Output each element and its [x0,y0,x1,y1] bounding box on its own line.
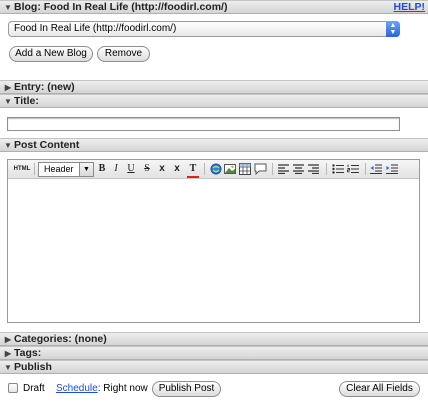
draft-label: Draft [23,383,45,394]
publish-section-header[interactable]: ▼ Publish [0,360,428,374]
blog-select-value: Food In Real Life (http://foodirl.com/) [14,23,177,34]
tags-header-label: Tags: [14,347,42,359]
blog-section-header[interactable]: ▼ Blog: Food In Real Life (http://foodirl… [0,0,428,14]
remove-blog-button[interactable]: Remove [97,46,150,62]
outdent-icon[interactable] [370,164,382,174]
table-icon[interactable] [239,163,251,175]
title-section-header[interactable]: ▼ Title: [0,94,428,108]
bold-button[interactable]: B [96,162,108,176]
toolbar-separator [326,163,327,175]
content-section-header[interactable]: ▼ Post Content [0,138,428,152]
strikethrough-button[interactable]: S [141,162,153,176]
numbered-list-icon[interactable] [347,164,359,174]
publish-post-button[interactable]: Publish Post [152,381,221,397]
blog-select[interactable]: Food In Real Life (http://foodirl.com/) … [8,21,400,37]
schedule-link[interactable]: Schedule [56,383,98,394]
superscript-button[interactable]: x [171,162,183,176]
image-icon[interactable] [224,163,236,175]
html-mode-button[interactable]: HTML [11,162,33,176]
collapsed-triangle-icon: ▶ [4,335,12,344]
editor-toolbar: HTML Header ▼ B I U S x x T [8,160,419,179]
collapsed-triangle-icon: ▶ [4,83,12,92]
title-input[interactable] [7,117,400,131]
underline-button[interactable]: U [125,162,137,176]
title-header-label: Title: [14,95,39,107]
collapsed-triangle-icon: ▶ [4,349,12,358]
expanded-triangle-icon: ▼ [4,363,12,372]
clear-all-fields-button[interactable]: Clear All Fields [339,381,420,397]
tags-section-header[interactable]: ▶ Tags: [0,346,428,360]
header-format-value: Header [44,164,74,174]
publish-header-label: Publish [14,361,52,373]
blog-header-label: Blog: Food In Real Life (http://foodirl.… [14,1,228,13]
bullet-list-icon[interactable] [332,164,344,174]
entry-header-label: Entry: (new) [14,81,75,93]
toolbar-separator [204,163,205,175]
schedule-value: : Right now [97,383,148,394]
text-color-button[interactable]: T [187,162,199,178]
comment-icon[interactable] [254,163,267,176]
expanded-triangle-icon: ▼ [4,97,12,106]
chevron-down-icon: ▼ [79,163,93,176]
toolbar-separator [34,163,35,175]
subscript-button[interactable]: x [156,162,168,176]
align-center-icon[interactable] [293,164,304,175]
categories-section-header[interactable]: ▶ Categories: (none) [0,332,428,346]
indent-icon[interactable] [386,164,398,174]
header-format-select[interactable]: Header ▼ [38,162,94,177]
post-content-editor[interactable]: HTML Header ▼ B I U S x x T [7,159,420,323]
toolbar-separator [272,163,273,175]
draft-checkbox[interactable] [8,383,18,393]
expanded-triangle-icon: ▼ [4,3,12,12]
entry-section-header[interactable]: ▶ Entry: (new) [0,80,428,94]
help-link[interactable]: HELP! [394,1,426,13]
schedule-row: Schedule: Right now [56,383,148,395]
align-left-icon[interactable] [278,164,289,175]
toolbar-separator [365,163,366,175]
categories-header-label: Categories: (none) [14,333,107,345]
link-icon[interactable] [210,163,222,175]
italic-button[interactable]: I [110,162,122,176]
add-blog-button[interactable]: Add a New Blog [9,46,93,62]
content-header-label: Post Content [14,139,80,151]
align-right-icon[interactable] [308,164,319,175]
select-arrows-icon: ▲ ▼ [386,21,400,37]
expanded-triangle-icon: ▼ [4,141,12,150]
